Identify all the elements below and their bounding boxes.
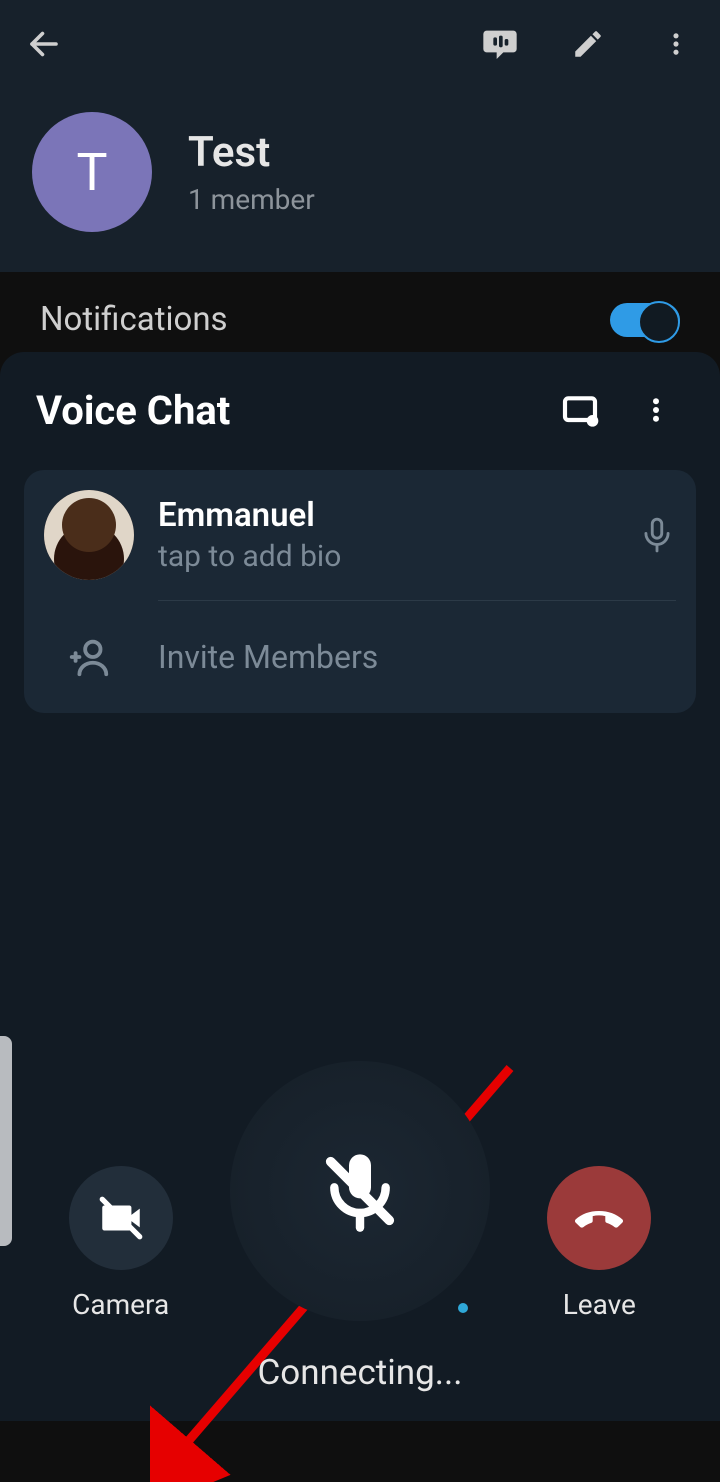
voice-chat-sheet: Voice Chat Emmanuel tap to add bio Invit… bbox=[0, 352, 720, 1421]
profile-text: Test 1 member bbox=[188, 128, 315, 216]
microphone-button[interactable] bbox=[230, 1061, 490, 1321]
profile-header: T Test 1 member bbox=[0, 88, 720, 272]
invite-members-label: Invite Members bbox=[158, 638, 378, 676]
leave-label: Leave bbox=[563, 1288, 636, 1321]
status-dot bbox=[458, 1303, 468, 1313]
leave-button[interactable] bbox=[547, 1166, 651, 1270]
member-info: Emmanuel tap to add bio bbox=[158, 496, 638, 574]
group-avatar-initial: T bbox=[76, 142, 107, 203]
group-title: Test bbox=[188, 128, 315, 177]
more-icon[interactable] bbox=[652, 20, 700, 68]
voice-chat-header: Voice Chat bbox=[0, 382, 720, 458]
members-card: Emmanuel tap to add bio Invite Members bbox=[24, 470, 696, 713]
microphone-control bbox=[230, 1061, 490, 1321]
top-bar bbox=[0, 0, 720, 88]
notifications-toggle[interactable] bbox=[610, 303, 680, 337]
camera-button[interactable] bbox=[69, 1166, 173, 1270]
camera-label: Camera bbox=[72, 1288, 169, 1321]
member-subtext: tap to add bio bbox=[158, 539, 638, 574]
back-icon[interactable] bbox=[20, 20, 68, 68]
edit-icon[interactable] bbox=[564, 20, 612, 68]
microphone-icon bbox=[638, 516, 676, 554]
voice-chat-more-icon[interactable] bbox=[628, 382, 684, 438]
group-subtitle: 1 member bbox=[188, 183, 315, 216]
voice-chat-indicator-icon[interactable] bbox=[476, 20, 524, 68]
invite-members-row[interactable]: Invite Members bbox=[44, 601, 676, 713]
screen-share-icon[interactable] bbox=[552, 382, 608, 438]
notifications-row[interactable]: Notifications bbox=[0, 272, 720, 339]
member-row[interactable]: Emmanuel tap to add bio bbox=[44, 470, 676, 600]
leave-control: Leave bbox=[547, 1166, 651, 1321]
add-user-icon bbox=[44, 634, 134, 680]
notifications-label: Notifications bbox=[40, 300, 228, 339]
connection-status: Connecting... bbox=[0, 1352, 720, 1393]
voice-chat-title: Voice Chat bbox=[36, 387, 532, 434]
camera-control: Camera bbox=[69, 1166, 173, 1321]
call-controls: Camera Leave bbox=[0, 1061, 720, 1321]
scroll-handle[interactable] bbox=[0, 1036, 12, 1246]
group-avatar[interactable]: T bbox=[32, 112, 152, 232]
member-avatar bbox=[44, 490, 134, 580]
member-name: Emmanuel bbox=[158, 496, 638, 535]
